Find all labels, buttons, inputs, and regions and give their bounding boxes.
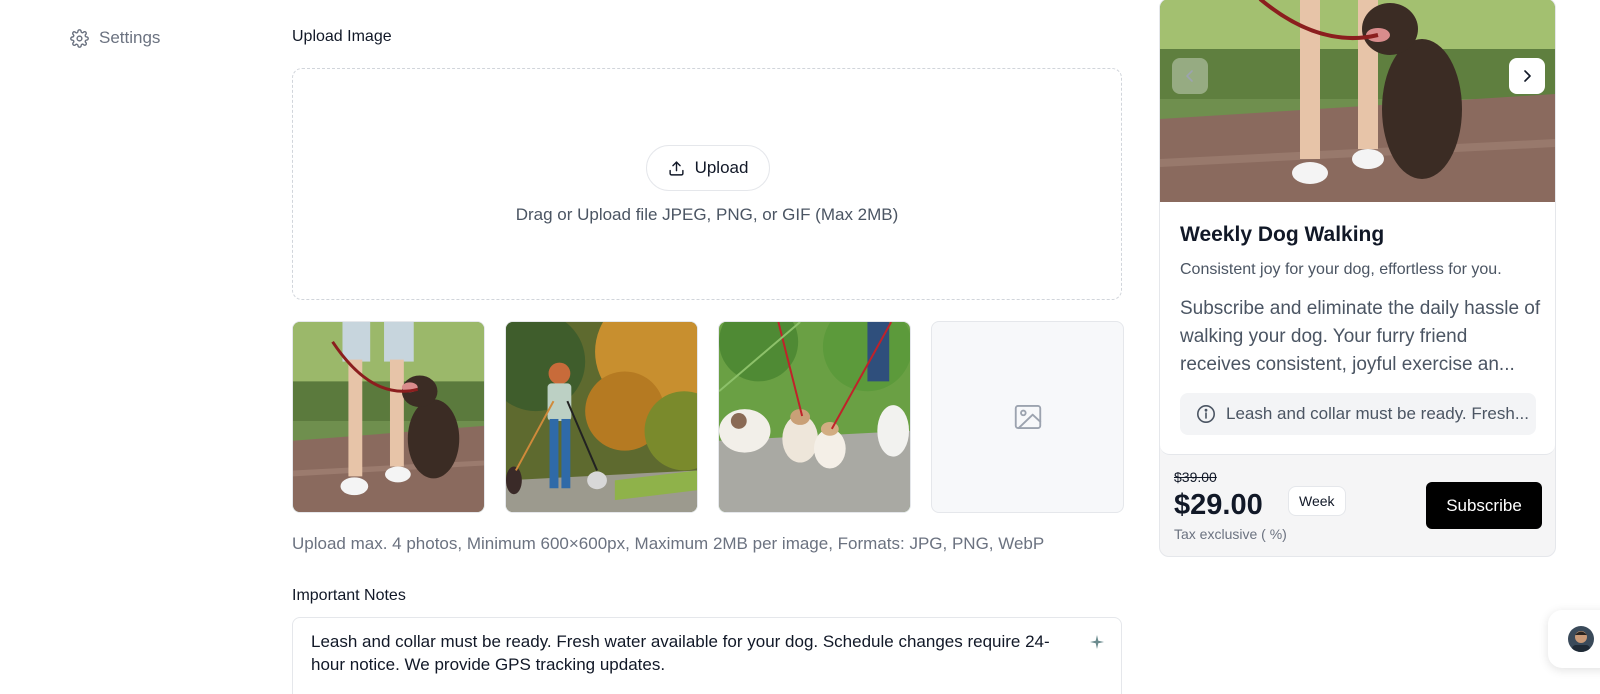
upload-button[interactable]: Upload xyxy=(646,145,770,191)
sidebar-item-settings[interactable]: Settings xyxy=(70,28,160,48)
gear-icon xyxy=(70,28,89,48)
tax-note: Tax exclusive ( %) xyxy=(1174,526,1287,542)
current-price: $29.00 xyxy=(1174,489,1263,521)
original-price: $39.00 xyxy=(1174,469,1217,485)
sparkle-icon[interactable] xyxy=(1089,634,1105,650)
card-description: Subscribe and eliminate the daily hassle… xyxy=(1180,298,1541,375)
notes-text: Leash and collar must be ready. Fresh wa… xyxy=(311,632,1050,674)
card-hero-image xyxy=(1160,0,1555,202)
upload-section-label: Upload Image xyxy=(292,28,392,45)
dog-walk-hero-photo xyxy=(1160,0,1555,202)
card-body: Weekly Dog Walking Consistent joy for yo… xyxy=(1160,0,1555,455)
card-subtitle: Consistent joy for your dog, effortless … xyxy=(1180,261,1502,278)
upload-rules: Upload max. 4 photos, Minimum 600×600px,… xyxy=(292,534,1045,553)
chevron-right-icon xyxy=(1524,70,1531,82)
subscribe-button[interactable]: Subscribe xyxy=(1426,482,1542,529)
notes-textarea[interactable]: Leash and collar must be ready. Fresh wa… xyxy=(292,617,1122,694)
notes-section-label: Important Notes xyxy=(292,587,406,604)
card-note: Leash and collar must be ready. Fresh... xyxy=(1180,393,1536,435)
chevron-left-icon xyxy=(1186,70,1193,82)
page: Settings Upload Image Upload Drag or Upl… xyxy=(0,0,1600,694)
upload-icon xyxy=(668,160,684,176)
empty-image-slot[interactable] xyxy=(931,321,1124,513)
billing-period-badge: Week xyxy=(1288,486,1346,516)
thumbnail-image[interactable] xyxy=(292,321,485,513)
thumbnail-list xyxy=(292,321,1124,513)
info-icon xyxy=(1197,405,1215,423)
avatar xyxy=(1568,626,1594,652)
subscription-card: Weekly Dog Walking Consistent joy for yo… xyxy=(1159,0,1556,557)
upload-hint: Drag or Upload file JPEG, PNG, or GIF (M… xyxy=(515,205,899,224)
carousel-next-button[interactable] xyxy=(1509,58,1545,94)
upload-dropzone[interactable]: Upload Drag or Upload file JPEG, PNG, or… xyxy=(292,68,1122,300)
upload-button-label: Upload xyxy=(694,158,749,177)
card-note-text: Leash and collar must be ready. Fresh... xyxy=(1226,404,1530,423)
dog-walk-photo xyxy=(293,322,484,512)
image-placeholder-icon xyxy=(1014,404,1041,430)
support-chat-button[interactable] xyxy=(1548,610,1600,668)
park-walk-photo xyxy=(506,322,697,512)
card-title: Weekly Dog Walking xyxy=(1180,223,1385,246)
thumbnail-image[interactable] xyxy=(718,321,911,513)
small-dogs-photo xyxy=(719,322,910,512)
carousel-prev-button[interactable] xyxy=(1172,58,1208,94)
thumbnail-image[interactable] xyxy=(505,321,698,513)
sidebar-item-label: Settings xyxy=(99,28,161,47)
